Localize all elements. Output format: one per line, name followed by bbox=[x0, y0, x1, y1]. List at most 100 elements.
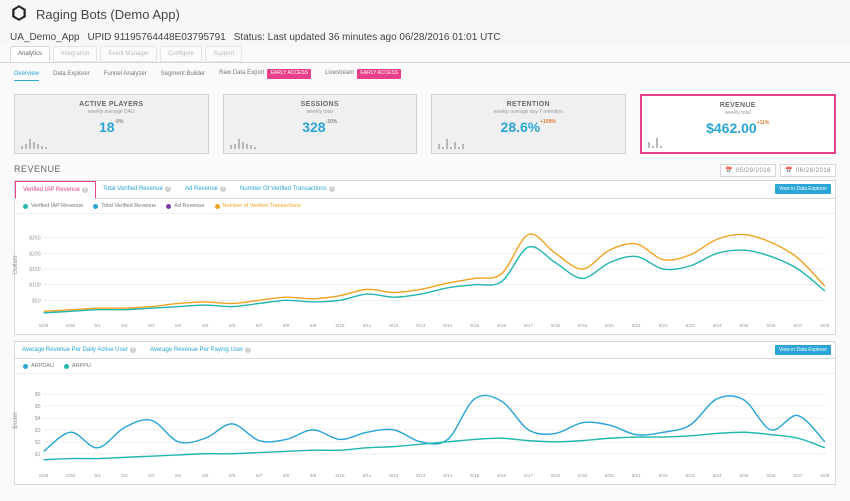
svg-text:6/23: 6/23 bbox=[686, 323, 695, 328]
svg-text:5/30: 5/30 bbox=[66, 473, 75, 478]
chart-tab-verified-iap[interactable]: Verified IAP Revenue? bbox=[15, 181, 96, 199]
kpi-value: 18-0% bbox=[99, 119, 123, 135]
app-header: Raging Bots (Demo App) bbox=[0, 0, 850, 28]
svg-text:6/19: 6/19 bbox=[578, 323, 587, 328]
svg-text:6/9: 6/9 bbox=[310, 323, 317, 328]
status-text: Status: Last updated 36 minutes ago 06/2… bbox=[234, 32, 501, 43]
svg-text:6/22: 6/22 bbox=[659, 323, 668, 328]
y-axis-label: $/user bbox=[13, 412, 19, 429]
legend-label: ARPDAU bbox=[31, 363, 54, 369]
svg-text:6/14: 6/14 bbox=[443, 473, 452, 478]
section-header: REVENUE 📅05/29/2016 📅06/28/2016 bbox=[0, 162, 850, 176]
svg-text:6/10: 6/10 bbox=[335, 473, 344, 478]
help-icon[interactable]: ? bbox=[165, 186, 171, 192]
kpi-active-players[interactable]: ACTIVE PLAYERS weekly average DAU 18-0% bbox=[14, 94, 209, 154]
date-to[interactable]: 📅06/28/2016 bbox=[780, 164, 836, 177]
svg-text:6/26: 6/26 bbox=[766, 473, 775, 478]
arpu-line-chart: $/user $1$2$3$4$5$65/295/306/16/26/36/46… bbox=[15, 374, 835, 484]
svg-text:$100: $100 bbox=[29, 283, 41, 289]
svg-text:6/11: 6/11 bbox=[363, 323, 372, 328]
tab-integration[interactable]: Integration bbox=[53, 46, 97, 62]
svg-text:6/27: 6/27 bbox=[793, 323, 802, 328]
svg-text:6/21: 6/21 bbox=[632, 323, 641, 328]
kpi-sessions[interactable]: SESSIONS weekly total 328-10% bbox=[223, 94, 418, 154]
early-access-badge: EARLY ACCESS bbox=[357, 69, 401, 79]
project-label: UA_Demo_App bbox=[10, 32, 79, 43]
legend-dot-icon bbox=[64, 364, 69, 369]
svg-text:6/16: 6/16 bbox=[497, 473, 506, 478]
svg-text:6/21: 6/21 bbox=[632, 473, 641, 478]
subtab-raw-data-export[interactable]: Raw Data ExportEARLY ACCESS bbox=[219, 69, 311, 82]
svg-text:6/6: 6/6 bbox=[229, 473, 236, 478]
date-from[interactable]: 📅05/29/2016 bbox=[720, 164, 776, 177]
kpi-title: SESSIONS bbox=[301, 101, 339, 108]
svg-text:6/13: 6/13 bbox=[416, 473, 425, 478]
early-access-badge: EARLY ACCESS bbox=[267, 69, 311, 79]
svg-text:6/8: 6/8 bbox=[283, 323, 290, 328]
tab-support[interactable]: Support bbox=[205, 46, 242, 62]
sparkline bbox=[438, 139, 464, 149]
svg-text:$50: $50 bbox=[32, 298, 41, 304]
svg-text:6/4: 6/4 bbox=[175, 473, 182, 478]
kpi-value: 328-10% bbox=[302, 119, 337, 135]
svg-text:$250: $250 bbox=[29, 236, 41, 242]
chart-tab-total-verified[interactable]: Total Verified Revenue? bbox=[96, 181, 178, 198]
view-in-data-explorer-button[interactable]: View in Data Explorer bbox=[775, 345, 831, 355]
legend-label: ARPPU bbox=[72, 363, 91, 369]
svg-text:6/16: 6/16 bbox=[497, 323, 506, 328]
tab-event-manager[interactable]: Event Manager bbox=[100, 46, 157, 62]
svg-text:6/19: 6/19 bbox=[578, 473, 587, 478]
svg-text:6/9: 6/9 bbox=[310, 473, 317, 478]
chart-tab-ad-revenue[interactable]: Ad Revenue? bbox=[178, 181, 233, 198]
subtab-overview[interactable]: Overview bbox=[14, 71, 39, 81]
chart-legend: ARPDAU ARPPU bbox=[15, 359, 835, 374]
subtab-livestream[interactable]: LivestreamEARLY ACCESS bbox=[325, 69, 401, 82]
svg-text:6/12: 6/12 bbox=[389, 323, 398, 328]
subtab-segment-builder[interactable]: Segment Builder bbox=[161, 71, 205, 80]
chart-tab-arpdau[interactable]: Average Revenue Per Daily Active User? bbox=[15, 342, 143, 358]
revenue-chart-card: Verified IAP Revenue? Total Verified Rev… bbox=[14, 180, 836, 335]
legend-dot-icon bbox=[23, 204, 28, 209]
kpi-title: RETENTION bbox=[507, 101, 550, 108]
svg-text:6/18: 6/18 bbox=[551, 323, 560, 328]
help-icon[interactable]: ? bbox=[130, 347, 136, 353]
svg-text:6/15: 6/15 bbox=[470, 323, 479, 328]
help-icon[interactable]: ? bbox=[329, 186, 335, 192]
legend-dot-icon bbox=[23, 364, 28, 369]
legend-dot-icon bbox=[166, 204, 171, 209]
app-subheader: UA_Demo_App UPID 91195764448E03795791 St… bbox=[0, 28, 850, 46]
svg-text:6/15: 6/15 bbox=[470, 473, 479, 478]
sub-tabs: Overview Data Explorer Funnel Analyzer S… bbox=[0, 63, 850, 86]
svg-text:$1: $1 bbox=[35, 452, 41, 458]
kpi-title: REVENUE bbox=[720, 102, 756, 109]
tab-analytics[interactable]: Analytics bbox=[10, 46, 50, 62]
view-in-data-explorer-button[interactable]: View in Data Explorer bbox=[775, 184, 831, 194]
kpi-subtitle: weekly average day 7 retention bbox=[494, 109, 563, 115]
kpi-retention[interactable]: RETENTION weekly average day 7 retention… bbox=[431, 94, 626, 154]
svg-text:6/3: 6/3 bbox=[148, 323, 155, 328]
svg-text:5/30: 5/30 bbox=[66, 323, 75, 328]
svg-text:6/27: 6/27 bbox=[793, 473, 802, 478]
subtab-funnel-analyzer[interactable]: Funnel Analyzer bbox=[104, 71, 147, 80]
kpi-revenue[interactable]: REVENUE weekly total $462.00+11% bbox=[640, 94, 837, 154]
help-icon[interactable]: ? bbox=[82, 187, 88, 193]
svg-text:6/12: 6/12 bbox=[389, 473, 398, 478]
svg-text:6/17: 6/17 bbox=[524, 323, 533, 328]
svg-text:6/1: 6/1 bbox=[94, 473, 101, 478]
chart-legend: Verified IAP Revenue Total Verified Reve… bbox=[15, 199, 835, 214]
subtab-data-explorer[interactable]: Data Explorer bbox=[53, 71, 90, 80]
arpu-chart-card: Average Revenue Per Daily Active User? A… bbox=[14, 341, 836, 485]
chart-tab-transactions[interactable]: Number Of Verified Transactions? bbox=[233, 181, 342, 198]
svg-text:6/7: 6/7 bbox=[256, 473, 263, 478]
kpi-subtitle: weekly total bbox=[725, 110, 751, 116]
tab-configure[interactable]: Configure bbox=[160, 46, 202, 62]
kpi-row: ACTIVE PLAYERS weekly average DAU 18-0% … bbox=[0, 86, 850, 162]
legend-label: Verified IAP Revenue bbox=[31, 203, 83, 209]
svg-text:6/18: 6/18 bbox=[551, 473, 560, 478]
chart-tab-arppu[interactable]: Average Revenue Per Paying User? bbox=[143, 342, 258, 358]
svg-text:6/14: 6/14 bbox=[443, 323, 452, 328]
help-icon[interactable]: ? bbox=[220, 186, 226, 192]
help-icon[interactable]: ? bbox=[245, 347, 251, 353]
svg-text:6/1: 6/1 bbox=[94, 323, 101, 328]
kpi-value: 28.6%+109% bbox=[501, 119, 556, 135]
